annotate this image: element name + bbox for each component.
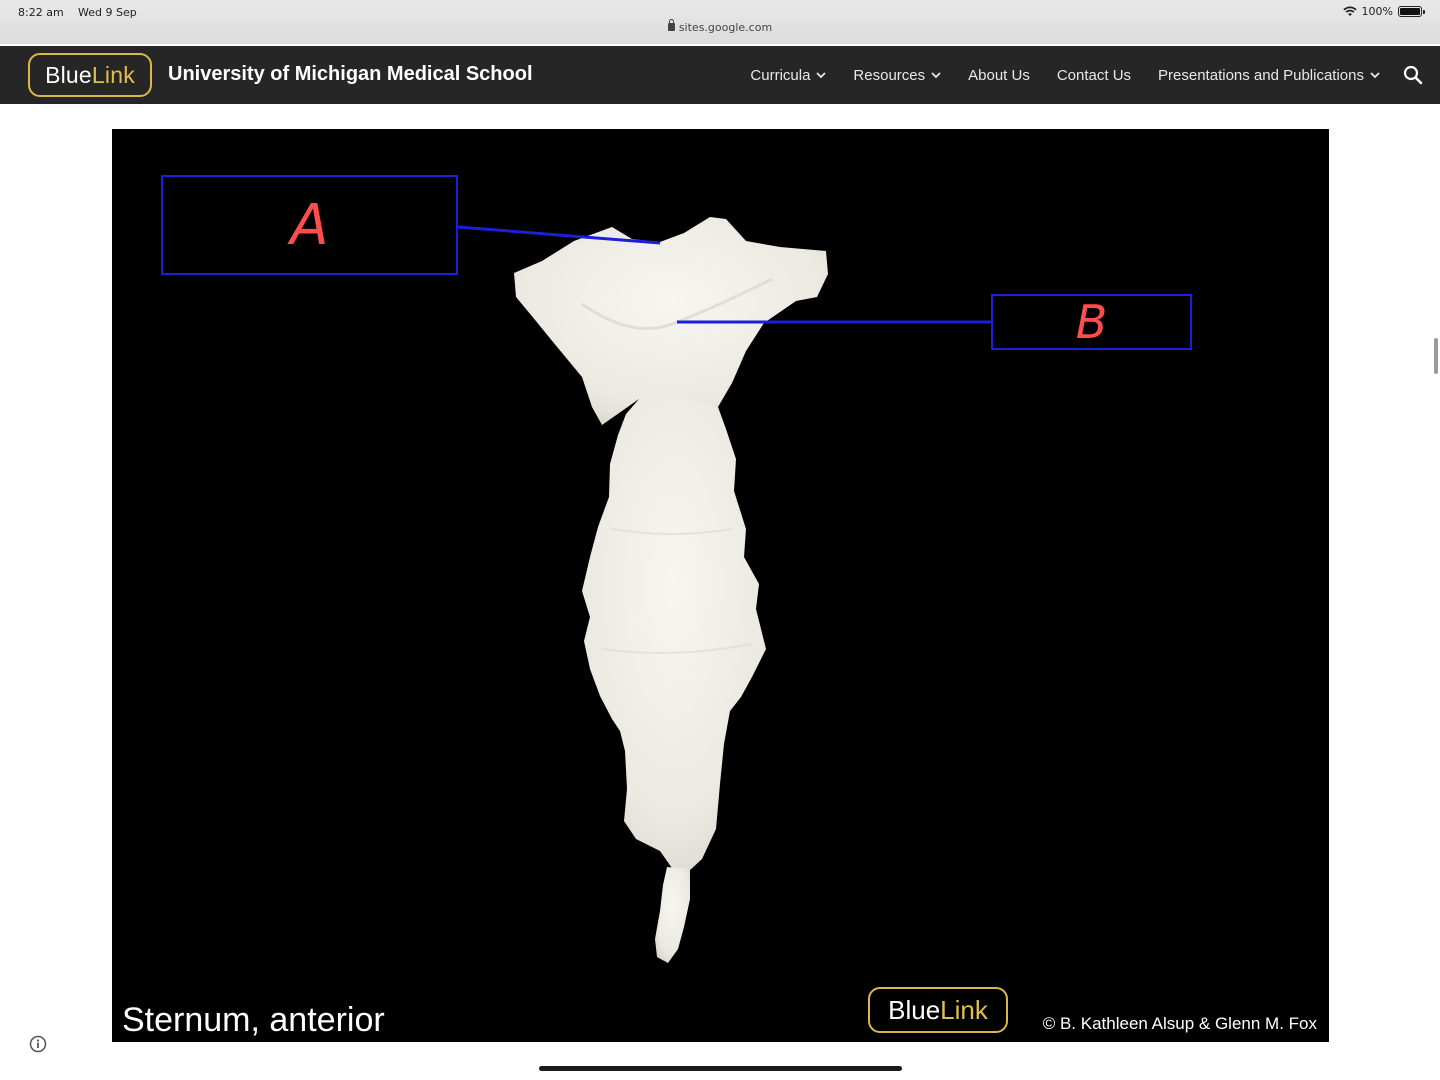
- label-a-text: A: [290, 192, 329, 258]
- scrollbar-handle[interactable]: [1434, 338, 1438, 374]
- logo-text-link: Link: [91, 61, 135, 88]
- status-date: Wed 9 Sep: [78, 6, 137, 19]
- leader-line-a: [457, 225, 661, 245]
- nav-item-resources[interactable]: Resources: [853, 67, 941, 84]
- nav-item-presentations[interactable]: Presentations and Publications: [1158, 67, 1380, 84]
- url-text: sites.google.com: [678, 21, 773, 34]
- nav-label: Curricula: [750, 66, 811, 84]
- battery-icon: [1398, 6, 1425, 17]
- sternum-image: A B Sternum, anterior Blue Link © B. Kath…: [112, 129, 1329, 1042]
- battery-percent: 100%: [1361, 5, 1393, 18]
- nav-label: About Us: [968, 66, 1030, 84]
- nav-label: Resources: [853, 66, 926, 84]
- chevron-down-icon: [1370, 71, 1380, 78]
- lock-icon: [667, 19, 675, 31]
- bluelink-logo[interactable]: Blue Link: [28, 53, 152, 97]
- nav-item-curricula[interactable]: Curricula: [750, 66, 827, 84]
- wifi-icon: [1342, 6, 1357, 16]
- logo-text-blue: Blue: [45, 61, 92, 88]
- chevron-down-icon: [931, 71, 941, 78]
- image-credit: © B. Kathleen Alsup & Glenn M. Fox: [1042, 1014, 1317, 1033]
- nav-label: Presentations and Publications: [1158, 66, 1364, 84]
- status-bar: 8:22 am Wed 9 Sep 100% sites.google.com: [0, 0, 1440, 44]
- chevron-down-icon: [816, 71, 827, 78]
- site-title[interactable]: University of Michigan Medical School: [168, 63, 533, 86]
- nav-item-contact-us[interactable]: Contact Us: [1057, 67, 1131, 84]
- main-nav: Curricula Resources About Us Contact Us …: [750, 46, 1380, 104]
- label-b-text: B: [1075, 295, 1108, 349]
- figure-caption: Sternum, anterior: [122, 1001, 385, 1039]
- watermark-text-blue: Blue: [888, 994, 941, 1025]
- sternum-body: [582, 397, 766, 871]
- watermark-text-link: Link: [940, 994, 988, 1025]
- bluelink-watermark-logo: Blue Link: [868, 987, 1008, 1033]
- search-icon[interactable]: [1402, 64, 1424, 86]
- info-icon[interactable]: [29, 1035, 47, 1053]
- nav-label: Contact Us: [1056, 66, 1132, 84]
- address-bar[interactable]: sites.google.com: [0, 19, 1440, 34]
- site-header: Blue Link University of Michigan Medical …: [0, 46, 1440, 104]
- status-indicators: 100%: [1342, 5, 1425, 18]
- xiphoid-process: [655, 867, 690, 963]
- status-time: 8:22 am: [18, 6, 64, 19]
- label-box-b[interactable]: B: [991, 294, 1192, 350]
- label-box-a[interactable]: A: [161, 175, 458, 275]
- nav-item-about-us[interactable]: About Us: [968, 67, 1030, 84]
- home-indicator[interactable]: [539, 1066, 902, 1071]
